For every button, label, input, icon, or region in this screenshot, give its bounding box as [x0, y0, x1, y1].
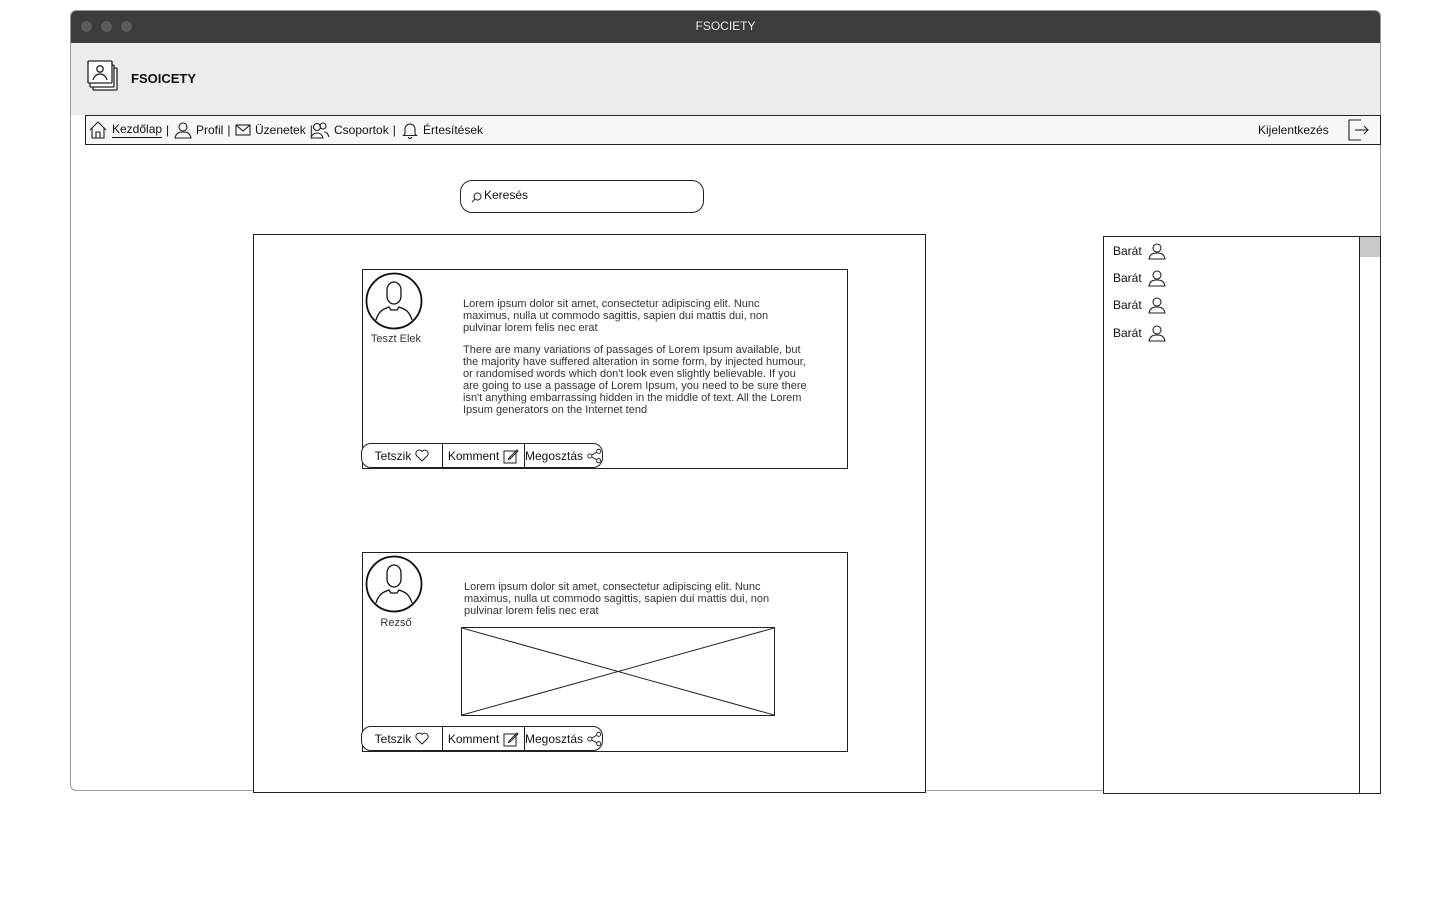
friend-item[interactable]: Barát — [1113, 324, 1166, 342]
user-icon — [1148, 297, 1166, 314]
user-icon — [1148, 270, 1166, 287]
envelope-icon — [235, 124, 251, 136]
heart-icon — [415, 449, 429, 462]
post-actions: Tetszik Komment Megosztás — [361, 726, 603, 751]
friends-list: Barát Barát Barát Barát — [1103, 236, 1381, 794]
image-placeholder — [461, 627, 775, 716]
user-icon — [174, 122, 192, 139]
post-actions: Tetszik Komment Megosztás — [361, 443, 603, 468]
friend-item[interactable]: Barát — [1113, 269, 1166, 287]
like-button[interactable]: Tetszik — [362, 444, 442, 467]
nav-item-groups[interactable]: Csoportok | — [310, 116, 396, 144]
avatar-icon — [365, 272, 423, 330]
edit-icon — [503, 731, 519, 746]
nav-label-notifications: Értesítések — [423, 123, 484, 137]
search-box — [460, 180, 704, 213]
share-icon — [587, 731, 602, 746]
search-icon — [471, 192, 482, 203]
share-icon — [587, 448, 602, 463]
share-button[interactable]: Megosztás — [524, 727, 602, 750]
nav-item-messages[interactable]: Üzenetek | — [235, 116, 313, 144]
title-bar: FSOCIETY — [71, 11, 1380, 43]
heart-icon — [415, 732, 429, 745]
post-feed: Teszt Elek Lorem ipsum dolor sit amet, c… — [253, 234, 926, 793]
post-card: Teszt Elek Lorem ipsum dolor sit amet, c… — [361, 269, 848, 469]
window-title: FSOCIETY — [695, 19, 756, 33]
post-author: Rezső — [380, 617, 412, 629]
edit-icon — [503, 448, 519, 463]
photo-stack-icon — [87, 60, 121, 94]
friend-item[interactable]: Barát — [1113, 296, 1166, 314]
nav-label-home: Kezdőlap — [112, 122, 163, 138]
nav-label-messages: Üzenetek — [255, 123, 306, 137]
comment-button[interactable]: Komment — [442, 727, 524, 750]
nav-item-profile[interactable]: Profil | — [174, 116, 230, 144]
post-paragraph: There are many variations of passages of… — [463, 344, 807, 416]
post-paragraph: Lorem ipsum dolor sit amet, consectetur … — [463, 298, 769, 334]
home-icon — [89, 121, 107, 139]
comment-button[interactable]: Komment — [442, 444, 524, 467]
post-paragraph: Lorem ipsum dolor sit amet, consectetur … — [464, 581, 770, 617]
users-icon — [310, 122, 330, 139]
bell-icon — [402, 123, 418, 139]
scrollbar-thumb[interactable] — [1360, 237, 1380, 257]
friends-scrollbar[interactable] — [1359, 237, 1380, 793]
friend-item[interactable]: Barát — [1113, 242, 1166, 260]
share-button[interactable]: Megosztás — [524, 444, 602, 467]
nav-label-profile: Profil — [196, 123, 224, 137]
nav-item-notifications[interactable]: Értesítések — [401, 116, 483, 144]
user-icon — [1148, 243, 1166, 260]
user-icon — [1148, 325, 1166, 342]
avatar-icon — [365, 555, 423, 613]
post-card: Rezső Lorem ipsum dolor sit amet, consec… — [361, 552, 848, 752]
like-button[interactable]: Tetszik — [362, 727, 442, 750]
logout-icon[interactable] — [1348, 119, 1370, 146]
logout-link[interactable]: Kijelentkezés — [1258, 123, 1329, 137]
nav-item-home[interactable]: Kezdőlap | — [88, 116, 169, 144]
brand-name: FSOICETY — [131, 71, 197, 86]
post-author: Teszt Elek — [370, 333, 422, 345]
main-nav: Kezdőlap | Profil | Üzenetek | Csoportok… — [85, 115, 1381, 145]
nav-label-groups: Csoportok — [334, 123, 389, 137]
search-input[interactable] — [484, 188, 684, 202]
app-header: FSOICETY — [71, 43, 1380, 115]
